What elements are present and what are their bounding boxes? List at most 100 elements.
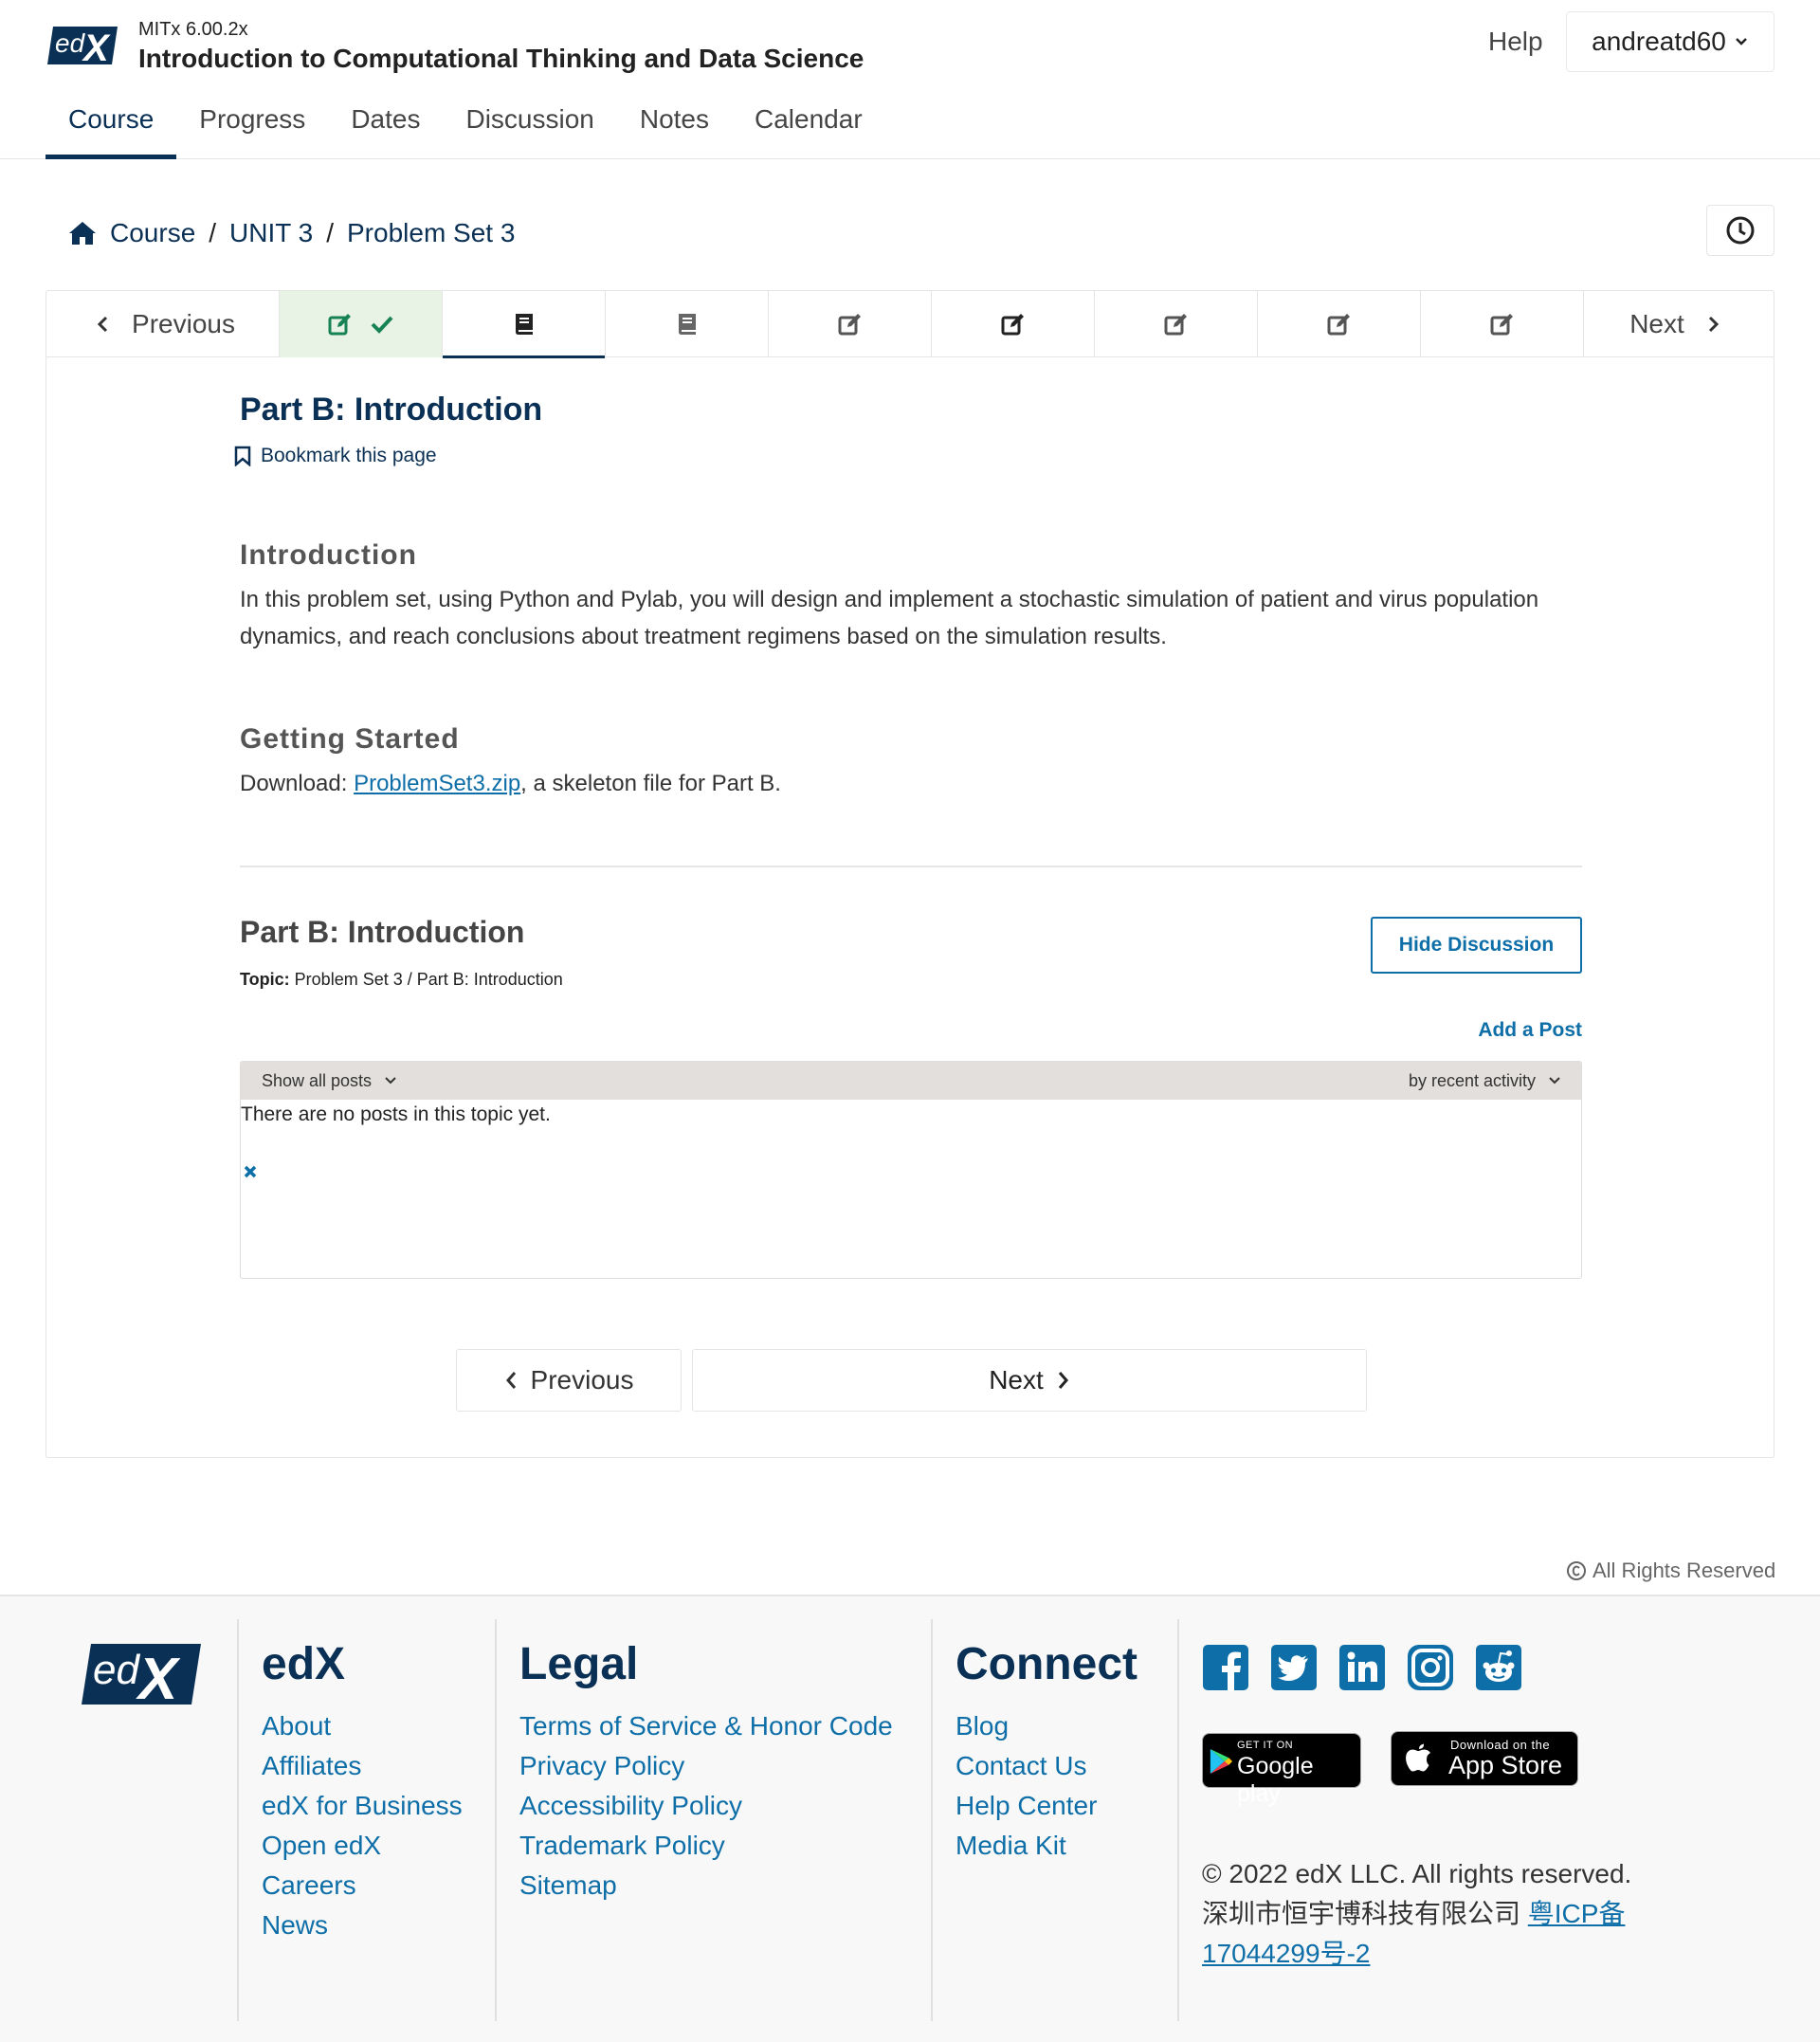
posts-list: Show all posts by recent activity There …	[240, 1061, 1582, 1279]
sequence-unit-8[interactable]	[1421, 291, 1584, 357]
breadcrumb-subsection[interactable]: Problem Set 3	[347, 218, 515, 248]
footer-link-media-kit[interactable]: Media Kit	[956, 1826, 1097, 1866]
copyright-line: © 2022 edX LLC. All rights reserved.	[1202, 1859, 1632, 1888]
course-header: ed X MITx 6.00.2x Introduction to Comput…	[0, 0, 1820, 159]
bottom-next-button[interactable]: Next	[692, 1349, 1367, 1412]
hide-discussion-button[interactable]: Hide Discussion	[1371, 917, 1582, 974]
check-icon	[371, 316, 392, 334]
footer-col-connect: Connect Blog Contact Us Help Center Medi…	[931, 1619, 1138, 2021]
footer-link-help-center[interactable]: Help Center	[956, 1786, 1097, 1826]
book-icon	[515, 314, 533, 335]
icp-line: 深圳市恒宇博科技有限公司 粤ICP备17044299号-2	[1202, 1894, 1733, 1974]
footer-legal-links: Terms of Service & Honor Code Privacy Po…	[519, 1706, 893, 1905]
footer-link-contact-us[interactable]: Contact Us	[956, 1746, 1097, 1786]
google-play-small-text: GET IT ON	[1237, 1740, 1294, 1751]
download-suffix: , a skeleton file for Part B.	[520, 771, 781, 796]
footer-link-edx-for-business[interactable]: edX for Business	[262, 1786, 463, 1826]
chevron-left-icon	[505, 1372, 516, 1389]
chevron-left-icon	[97, 316, 108, 333]
footer-connect-links: Blog Contact Us Help Center Media Kit	[956, 1706, 1097, 1866]
sort-dropdown[interactable]: by recent activity	[1409, 1071, 1560, 1091]
instagram-icon[interactable]	[1407, 1644, 1454, 1691]
twitter-icon[interactable]	[1270, 1644, 1318, 1691]
tab-calendar[interactable]: Calendar	[732, 100, 885, 159]
sequence-previous-button[interactable]: Previous	[46, 291, 280, 357]
reddit-icon[interactable]	[1475, 1644, 1522, 1691]
edit-icon	[1164, 314, 1187, 336]
facebook-icon[interactable]	[1202, 1644, 1249, 1691]
filter-dropdown[interactable]: Show all posts	[262, 1071, 396, 1091]
course-tabs: Course Progress Dates Discussion Notes C…	[46, 100, 885, 159]
tab-dates[interactable]: Dates	[328, 100, 443, 159]
footer-link-accessibility[interactable]: Accessibility Policy	[519, 1786, 893, 1826]
footer-legal-heading: Legal	[519, 1639, 639, 1689]
bottom-previous-button[interactable]: Previous	[456, 1349, 682, 1412]
footer-link-affiliates[interactable]: Affiliates	[262, 1746, 463, 1786]
footer-link-privacy[interactable]: Privacy Policy	[519, 1746, 893, 1786]
sequence-unit-2[interactable]	[443, 291, 606, 358]
app-store-small-text: Download on the	[1450, 1738, 1551, 1752]
footer-connect-heading: Connect	[956, 1639, 1138, 1689]
app-store-badge[interactable]: Download on the App Store	[1391, 1731, 1578, 1786]
sequence-unit-7[interactable]	[1258, 291, 1421, 357]
apple-icon	[1406, 1743, 1430, 1772]
filter-label: Show all posts	[262, 1070, 373, 1090]
svg-text:X: X	[136, 1647, 181, 1708]
add-post-button[interactable]: Add a Post	[1472, 1019, 1582, 1042]
unit-frame: Previous Next Part B: Introduction Bookm…	[46, 290, 1774, 1458]
download-link[interactable]: ProblemSet3.zip	[354, 771, 520, 796]
chevron-down-icon	[385, 1077, 396, 1085]
sequence-next-label: Next	[1629, 309, 1684, 338]
footer-link-about[interactable]: About	[262, 1706, 463, 1746]
bookmark-icon	[234, 446, 251, 466]
tab-progress[interactable]: Progress	[176, 100, 328, 159]
footer-col-edx: edX About Affiliates edX for Business Op…	[237, 1619, 463, 2021]
footer-link-open-edx[interactable]: Open edX	[262, 1826, 463, 1866]
footer-link-news[interactable]: News	[262, 1905, 463, 1945]
google-play-icon	[1210, 1749, 1233, 1774]
sequence-unit-1[interactable]	[280, 291, 443, 357]
close-icon[interactable]	[243, 1164, 258, 1179]
footer-link-trademark[interactable]: Trademark Policy	[519, 1826, 893, 1866]
course-title: Introduction to Computational Thinking a…	[138, 44, 864, 73]
sequence-next-button[interactable]: Next	[1584, 291, 1772, 357]
svg-text:ed: ed	[93, 1647, 140, 1693]
footer-link-sitemap[interactable]: Sitemap	[519, 1866, 893, 1905]
chevron-down-icon	[1549, 1077, 1560, 1085]
edit-icon	[838, 314, 861, 336]
footer-link-blog[interactable]: Blog	[956, 1706, 1097, 1746]
sequence-unit-5[interactable]	[932, 291, 1095, 357]
google-play-badge[interactable]: GET IT ON Google play	[1202, 1733, 1361, 1807]
clock-icon	[1726, 216, 1755, 245]
breadcrumb-course[interactable]: Course	[110, 218, 195, 248]
breadcrumb-unit[interactable]: UNIT 3	[229, 218, 313, 248]
tab-discussion[interactable]: Discussion	[443, 100, 616, 159]
sequence-unit-3[interactable]	[606, 291, 769, 357]
deadline-clock-button[interactable]	[1706, 205, 1774, 256]
tab-notes[interactable]: Notes	[617, 100, 732, 159]
chevron-right-icon	[1708, 316, 1719, 333]
footer-col-social	[1177, 1619, 1179, 2021]
unit-title: Part B: Introduction	[240, 392, 543, 428]
footer-link-terms[interactable]: Terms of Service & Honor Code	[519, 1706, 893, 1746]
footer-col-legal: Legal Terms of Service & Honor Code Priv…	[495, 1619, 893, 2021]
footer-edx-logo[interactable]: ed X	[80, 1640, 203, 1712]
home-icon[interactable]	[68, 220, 97, 246]
edit-icon	[1327, 314, 1350, 336]
icp-company: 深圳市恒宇博科技有限公司	[1202, 1899, 1528, 1928]
svg-text:X: X	[82, 27, 111, 68]
footer-link-careers[interactable]: Careers	[262, 1866, 463, 1905]
linkedin-icon[interactable]	[1338, 1644, 1386, 1691]
sequence-unit-4[interactable]	[769, 291, 932, 357]
sequence-unit-6[interactable]	[1095, 291, 1258, 357]
breadcrumb-separator: /	[326, 218, 334, 247]
breadcrumb-separator: /	[209, 218, 217, 247]
tab-course[interactable]: Course	[46, 100, 177, 159]
edx-logo[interactable]: ed X	[46, 23, 119, 69]
getting-started-heading: Getting Started	[240, 723, 460, 755]
edit-icon	[328, 314, 351, 336]
copyright-icon	[1567, 1561, 1586, 1580]
help-link[interactable]: Help	[1488, 27, 1543, 57]
bookmark-button[interactable]: Bookmark this page	[234, 445, 437, 467]
user-menu-button[interactable]: andreatd60	[1566, 11, 1774, 72]
